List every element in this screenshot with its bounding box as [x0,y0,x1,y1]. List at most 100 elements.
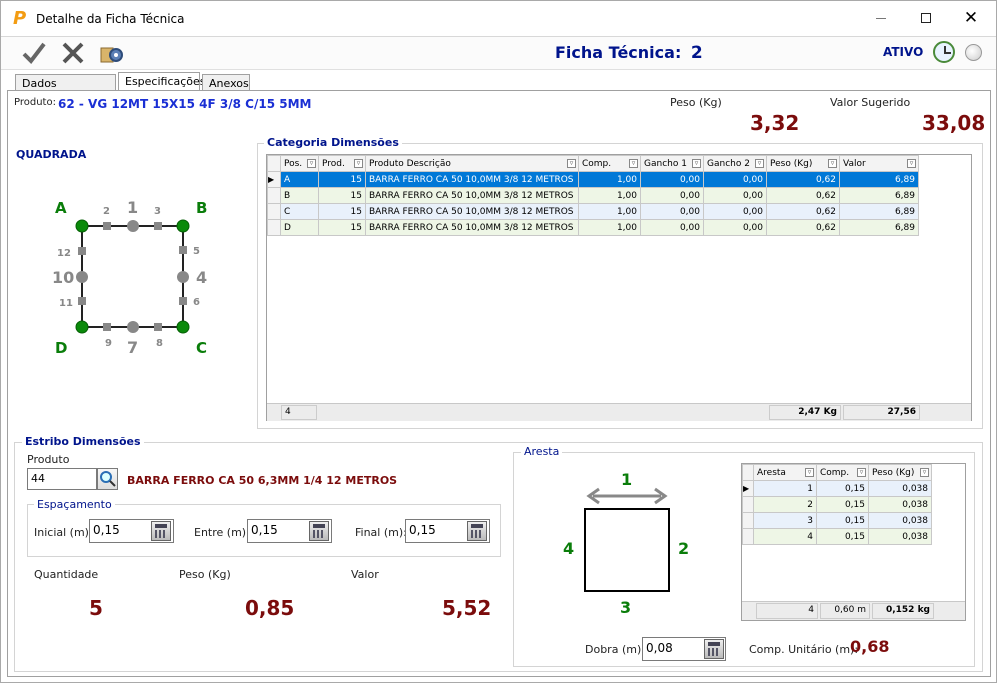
table-row[interactable]: ▶ 1 0,15 0,038 [742,480,932,497]
col-pos-label: Pos. [284,158,303,169]
clock-icon[interactable] [933,41,955,63]
aresta-title: Aresta [521,445,563,458]
filter-icon[interactable]: ▿ [354,159,363,168]
filter-icon[interactable]: ▿ [920,468,929,477]
comp-unitario-label: Comp. Unitário (m): [749,643,859,656]
calculator-icon[interactable] [704,639,724,659]
row-indicator-header [742,464,754,481]
table-row[interactable]: 4 0,15 0,038 [742,528,932,545]
filter-icon[interactable]: ▿ [567,159,576,168]
node-10 [76,271,88,283]
side-label-2: 2 [103,206,110,217]
table-cell: 0,00 [640,187,704,204]
calculator-icon[interactable] [309,521,329,541]
ficha-label-text: Ficha Técnica: [555,43,682,62]
calculator-icon[interactable] [467,521,487,541]
minimize-button[interactable] [867,11,895,27]
estribo-title: Estribo Dimensões [22,435,144,448]
calculator-icon[interactable] [151,521,171,541]
table-cell: 0,00 [640,203,704,220]
footer-count: 4 [281,405,317,420]
row-indicator[interactable] [742,512,754,529]
tab-especificacoes[interactable]: Especificações [118,72,206,92]
aresta-footer-peso: 0,152 kg [872,603,934,619]
filter-icon[interactable]: ▿ [755,159,764,168]
corner-a [75,219,89,233]
close-button[interactable]: ✕ [957,7,985,29]
col-valor[interactable]: Valor ▿ [839,155,919,172]
inicial-label: Inicial (m): [34,526,93,539]
col-prod-label: Prod. [322,158,345,169]
entre-label: Entre (m): [194,526,250,539]
table-row[interactable]: C 15 BARRA FERRO CA 50 10,0MM 3/8 12 METRO… [267,203,919,220]
col-descricao[interactable]: Produto Descrição ▿ [365,155,579,172]
col-gancho1[interactable]: Gancho 1 ▿ [640,155,704,172]
table-cell: 15 [318,171,366,188]
aresta-footer-comp: 0,60 m [820,603,870,619]
categoria-grid: Pos. ▿ Prod. ▿ Produto Descrição ▿ Comp. ▿ G… [266,154,972,421]
produto-search-button[interactable] [97,468,118,490]
row-indicator[interactable] [267,219,281,236]
corner-label-c: C [196,339,207,357]
estribo-peso-label: Peso (Kg) [179,568,231,581]
aresta-grid: Aresta ▿ Comp. ▿ Peso (Kg) ▿ ▶ 1 0,15 0,038 2 0,… [741,463,966,621]
table-cell: 15 [318,187,366,204]
table-cell: BARRA FERRO CA 50 10,0MM 3/8 12 METROS [365,219,579,236]
col-peso[interactable]: Peso (Kg) ▿ [766,155,840,172]
table-cell: 6,89 [839,187,919,204]
col-comp[interactable]: Comp. ▿ [578,155,641,172]
table-row[interactable]: D 15 BARRA FERRO CA 50 10,0MM 3/8 12 METRO… [267,219,919,236]
table-cell: BARRA FERRO CA 50 10,0MM 3/8 12 METROS [365,203,579,220]
col-aresta-comp[interactable]: Comp. ▿ [816,464,869,481]
node-5 [179,246,187,254]
cancel-button[interactable] [58,39,88,67]
col-aresta[interactable]: Aresta ▿ [753,464,817,481]
final-label: Final (m): [355,526,407,539]
col-valor-label: Valor [843,158,866,169]
table-cell: 0,038 [868,480,932,497]
filter-icon[interactable]: ▿ [307,159,316,168]
row-indicator[interactable] [742,496,754,513]
col-prod[interactable]: Prod. ▿ [318,155,366,172]
node-9 [103,323,111,331]
col-aresta-peso[interactable]: Peso (Kg) ▿ [868,464,932,481]
row-indicator[interactable] [267,187,281,204]
side-label-5: 5 [193,246,200,257]
corner-b [176,219,190,233]
table-row[interactable]: 2 0,15 0,038 [742,496,932,513]
table-cell: D [280,219,319,236]
filter-icon[interactable]: ▿ [692,159,701,168]
row-indicator[interactable] [742,528,754,545]
dialog-window: P Detalhe da Ficha Técnica ✕ Ficha Técni… [0,0,997,683]
side-label-1: 1 [127,198,138,217]
table-row[interactable]: ▶ A 15 BARRA FERRO CA 50 10,0MM 3/8 12 METR… [267,171,919,188]
node-4 [177,271,189,283]
estribo-peso-value: 0,85 [245,596,295,620]
table-cell: 0,00 [703,219,767,236]
table-cell: 15 [318,219,366,236]
col-gancho2[interactable]: Gancho 2 ▿ [703,155,767,172]
filter-icon[interactable]: ▿ [629,159,638,168]
side-label-3: 3 [154,206,161,217]
table-cell: 1,00 [578,219,641,236]
confirm-button[interactable] [19,39,49,67]
window-title: Detalhe da Ficha Técnica [36,12,185,26]
settings-button[interactable] [97,39,127,67]
col-pos[interactable]: Pos. ▿ [280,155,319,172]
row-indicator[interactable] [267,203,281,220]
table-row[interactable]: B 15 BARRA FERRO CA 50 10,0MM 3/8 12 METRO… [267,187,919,204]
estribo-produto-code-input[interactable]: 44 [27,468,97,490]
filter-icon[interactable]: ▿ [857,468,866,477]
table-cell: 0,038 [868,496,932,513]
maximize-button[interactable] [912,7,940,29]
table-cell: 6,89 [839,219,919,236]
node-8 [154,323,162,331]
row-indicator[interactable]: ▶ [267,171,281,188]
filter-icon[interactable]: ▿ [907,159,916,168]
filter-icon[interactable]: ▿ [805,468,814,477]
filter-icon[interactable]: ▿ [828,159,837,168]
node-11 [78,297,86,305]
table-row[interactable]: 3 0,15 0,038 [742,512,932,529]
row-indicator[interactable]: ▶ [742,480,754,497]
col-aresta-comp-label: Comp. [820,467,850,478]
